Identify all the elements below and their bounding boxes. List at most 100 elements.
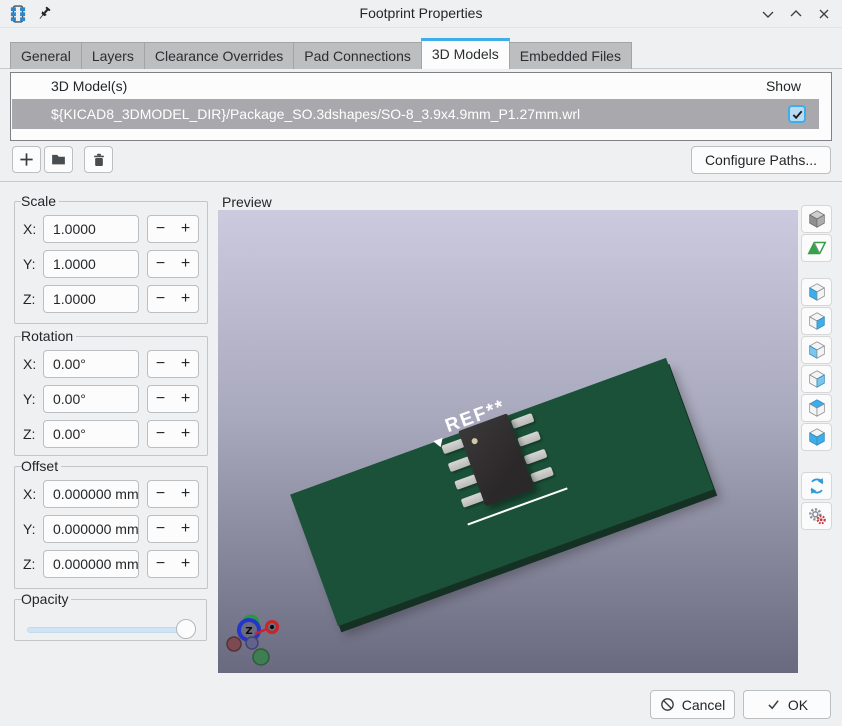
offset-x-input[interactable] bbox=[43, 480, 139, 508]
titlebar[interactable]: Footprint Properties bbox=[0, 0, 842, 28]
tab-bar: General Layers Clearance Overrides Pad C… bbox=[10, 38, 631, 69]
tab-layers[interactable]: Layers bbox=[81, 42, 145, 69]
cube-top-face-icon bbox=[806, 397, 828, 419]
offset-y-input[interactable] bbox=[43, 515, 139, 543]
opacity-slider[interactable] bbox=[27, 617, 194, 643]
offset-x-decrement-button[interactable]: − bbox=[148, 481, 173, 507]
gears-icon bbox=[807, 506, 827, 526]
models-column-header: 3D Model(s) bbox=[51, 78, 127, 94]
add-model-button[interactable] bbox=[12, 146, 41, 173]
preview-3d-viewport[interactable]: REF** Z bbox=[218, 210, 798, 673]
rotation-x-input[interactable] bbox=[43, 350, 139, 378]
scale-z-label: Z: bbox=[23, 291, 43, 307]
trash-icon bbox=[91, 152, 107, 168]
opacity-slider-handle[interactable] bbox=[176, 619, 196, 639]
offset-z-input[interactable] bbox=[43, 550, 139, 578]
opacity-slider-track[interactable] bbox=[27, 627, 194, 633]
rotation-x-increment-button[interactable]: + bbox=[173, 351, 198, 377]
svg-text:Z: Z bbox=[245, 626, 252, 637]
rotation-group-title: Rotation bbox=[21, 328, 76, 344]
tab-general[interactable]: General bbox=[10, 42, 82, 69]
offset-y-spinner: − + bbox=[147, 515, 199, 543]
tab-3d-models[interactable]: 3D Models bbox=[421, 38, 510, 69]
scale-y-input[interactable] bbox=[43, 250, 139, 278]
minimize-button[interactable] bbox=[760, 6, 776, 22]
scale-y-label: Y: bbox=[23, 256, 43, 272]
tab-pad-connections[interactable]: Pad Connections bbox=[293, 42, 422, 69]
scale-x-label: X: bbox=[23, 221, 43, 237]
rotation-z-label: Z: bbox=[23, 426, 43, 442]
offset-y-increment-button[interactable]: + bbox=[173, 516, 198, 542]
rotation-y-increment-button[interactable]: + bbox=[173, 386, 198, 412]
scale-x-decrement-button[interactable]: − bbox=[148, 216, 173, 242]
offset-x-spinner: − + bbox=[147, 480, 199, 508]
rotation-z-spinner: − + bbox=[147, 420, 199, 448]
offset-x-increment-button[interactable]: + bbox=[173, 481, 198, 507]
scale-group-title: Scale bbox=[21, 193, 59, 209]
axes-gizmo: Z bbox=[224, 611, 290, 671]
show-column-header: Show bbox=[766, 78, 801, 94]
rotation-z-decrement-button[interactable]: − bbox=[148, 421, 173, 447]
scale-x-increment-button[interactable]: + bbox=[173, 216, 198, 242]
splitter[interactable] bbox=[0, 181, 842, 182]
scale-x-input[interactable] bbox=[43, 215, 139, 243]
orthographic-projection-button[interactable] bbox=[801, 205, 832, 233]
view-front-button[interactable] bbox=[801, 336, 832, 364]
view-bottom-button[interactable] bbox=[801, 423, 832, 451]
view-top-button[interactable] bbox=[801, 394, 832, 422]
folder-icon bbox=[50, 151, 67, 168]
scale-z-decrement-button[interactable]: − bbox=[148, 286, 173, 312]
offset-z-label: Z: bbox=[23, 556, 43, 572]
scale-group: Scale X: − + Y: − + Z: − + bbox=[14, 193, 208, 324]
opacity-group: Opacity bbox=[14, 591, 207, 641]
scale-z-increment-button[interactable]: + bbox=[173, 286, 198, 312]
offset-z-decrement-button[interactable]: − bbox=[148, 551, 173, 577]
maximize-button[interactable] bbox=[788, 6, 804, 22]
rotation-z-input[interactable] bbox=[43, 420, 139, 448]
cancel-label: Cancel bbox=[682, 697, 726, 713]
scale-z-input[interactable] bbox=[43, 285, 139, 313]
ok-button[interactable]: OK bbox=[743, 690, 831, 719]
preview-label: Preview bbox=[222, 194, 272, 210]
model-show-checkbox[interactable] bbox=[788, 105, 806, 123]
view-right-button[interactable] bbox=[801, 307, 832, 335]
green-board-icon bbox=[806, 237, 828, 259]
scale-y-decrement-button[interactable]: − bbox=[148, 251, 173, 277]
scale-y-increment-button[interactable]: + bbox=[173, 251, 198, 277]
refresh-preview-button[interactable] bbox=[801, 472, 832, 500]
cancel-button[interactable]: Cancel bbox=[650, 690, 735, 719]
rotation-x-spinner: − + bbox=[147, 350, 199, 378]
chip-body bbox=[458, 413, 534, 506]
model-row-selected[interactable]: ${KICAD8_3DMODEL_DIR}/Package_SO.3dshape… bbox=[12, 99, 830, 129]
delete-model-button[interactable] bbox=[84, 146, 113, 173]
tab-clearance-overrides[interactable]: Clearance Overrides bbox=[144, 42, 294, 69]
tab-embedded-files[interactable]: Embedded Files bbox=[509, 42, 632, 69]
view-left-button[interactable] bbox=[801, 278, 832, 306]
offset-group: Offset X: − + Y: − + Z: − + bbox=[14, 458, 208, 589]
cube-front-face-icon bbox=[806, 339, 828, 361]
rotation-z-increment-button[interactable]: + bbox=[173, 421, 198, 447]
scale-x-spinner: − + bbox=[147, 215, 199, 243]
ok-label: OK bbox=[788, 697, 808, 713]
model-list-header: 3D Model(s) Show bbox=[11, 73, 831, 99]
rotation-x-label: X: bbox=[23, 356, 43, 372]
scale-y-spinner: − + bbox=[147, 250, 199, 278]
footprint-properties-dialog: Footprint Properties General Layers Clea… bbox=[0, 0, 842, 726]
gray-cube-icon bbox=[806, 208, 828, 230]
configure-paths-button[interactable]: Configure Paths... bbox=[691, 146, 831, 174]
rotation-y-input[interactable] bbox=[43, 385, 139, 413]
offset-y-decrement-button[interactable]: − bbox=[148, 516, 173, 542]
offset-y-label: Y: bbox=[23, 521, 43, 537]
model-list: 3D Model(s) Show ${KICAD8_3DMODEL_DIR}/P… bbox=[10, 72, 832, 141]
view-back-button[interactable] bbox=[801, 365, 832, 393]
cube-right-face-icon bbox=[806, 310, 828, 332]
rotation-y-decrement-button[interactable]: − bbox=[148, 386, 173, 412]
offset-z-increment-button[interactable]: + bbox=[173, 551, 198, 577]
browse-model-button[interactable] bbox=[44, 146, 73, 173]
preview-settings-button[interactable] bbox=[801, 502, 832, 530]
plus-icon bbox=[18, 151, 35, 168]
rotation-x-decrement-button[interactable]: − bbox=[148, 351, 173, 377]
rotation-y-spinner: − + bbox=[147, 385, 199, 413]
show-board-body-button[interactable] bbox=[801, 234, 832, 262]
close-button[interactable] bbox=[816, 6, 832, 22]
